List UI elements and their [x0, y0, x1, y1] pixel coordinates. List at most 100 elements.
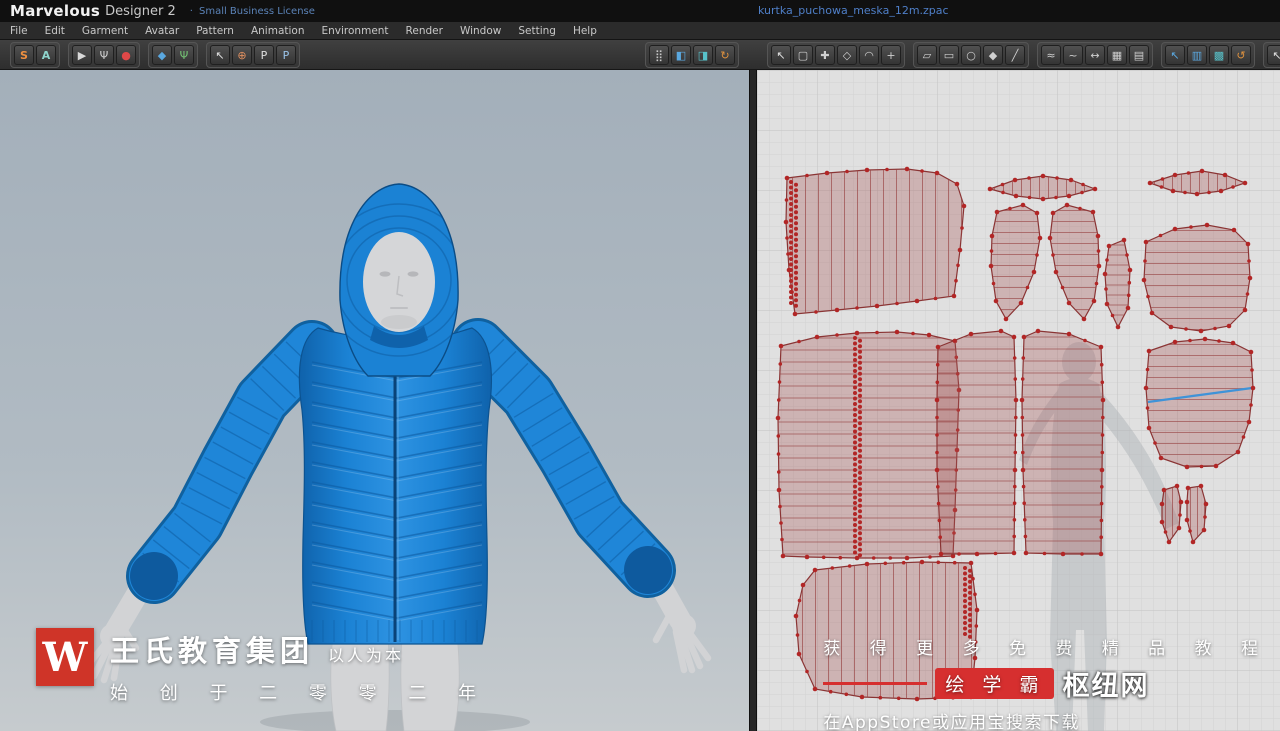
pane-divider[interactable]: [749, 70, 757, 731]
menu-item-pattern[interactable]: Pattern: [196, 25, 234, 37]
toolbar: S A ▶ Ψ ● ◆ Ψ ↖ ⊕ P P ⣿ ◧ ◨ ↻ ↖ ▢ ✚ ◇ ◠ + ▱ ▭ ○ ◆ ╱ ≈ ~ ↔ ▦ ▤ ↖ ▥ ▩ ↺ ↖…: [0, 40, 1280, 70]
pattern-piece-front-panel[interactable]: [775, 329, 962, 561]
menu-item-garment[interactable]: Garment: [82, 25, 128, 37]
2d-pattern-canvas[interactable]: [757, 70, 1280, 731]
sync-3d-button[interactable]: ◧: [671, 45, 691, 65]
circle-tool-button[interactable]: ○: [961, 45, 981, 65]
display-group: ◆ Ψ: [148, 42, 198, 68]
record-icon: ●: [121, 48, 131, 62]
measure-icon: ↔: [1090, 48, 1100, 62]
menu-item-avatar[interactable]: Avatar: [145, 25, 179, 37]
refresh-icon: ↻: [720, 48, 730, 62]
app-logo-text: Marvelous: [10, 2, 101, 20]
pattern-piece-back-panel-left[interactable]: [934, 328, 1019, 557]
add-point-button[interactable]: +: [881, 45, 901, 65]
menu-item-setting[interactable]: Setting: [518, 25, 556, 37]
pose-avatar-icon: Ψ: [99, 48, 109, 62]
record-button[interactable]: ●: [116, 45, 136, 65]
grading-tool-button[interactable]: ▤: [1129, 45, 1149, 65]
promo-overlay: 获 得 更 多 免 费 精 品 教 程 绘 学 霸 枢纽网 在AppStore或…: [823, 634, 1270, 731]
license-text: · Small Business License: [190, 6, 315, 17]
reset-view-button[interactable]: ↺: [1231, 45, 1251, 65]
playback-group: ▶ Ψ ●: [68, 42, 140, 68]
edit-curve-button[interactable]: ◠: [859, 45, 879, 65]
edit-pattern-button[interactable]: ✚: [815, 45, 835, 65]
menu-item-window[interactable]: Window: [460, 25, 501, 37]
2d-pattern-viewport[interactable]: [757, 70, 1280, 731]
menu-item-environment[interactable]: Environment: [322, 25, 389, 37]
cursor-icon: ↖: [215, 48, 225, 62]
app-version-text: Designer 2: [105, 3, 176, 19]
menu-item-help[interactable]: Help: [573, 25, 597, 37]
edit-point-button[interactable]: ◇: [837, 45, 857, 65]
refresh-button[interactable]: ↻: [715, 45, 735, 65]
sync-2d-button[interactable]: ◨: [693, 45, 713, 65]
avatar-icon: Ψ: [179, 48, 189, 62]
promo-divider-line: [823, 682, 928, 685]
pose-button[interactable]: Ψ: [94, 45, 114, 65]
select-tool-button[interactable]: ↖: [210, 45, 230, 65]
select-2d-group: ↖ ▢ ✚ ◇ ◠ +: [767, 42, 905, 68]
wangshi-logo-letter: W: [42, 633, 88, 681]
toolbar-3d: S A ▶ Ψ ● ◆ Ψ ↖ ⊕ P P ⣿ ◧ ◨ ↻: [0, 40, 749, 70]
free-seam-button[interactable]: ~: [1063, 45, 1083, 65]
simulation-button[interactable]: S: [14, 45, 34, 65]
pin-tool-button[interactable]: P: [254, 45, 274, 65]
dart-tool-button[interactable]: ◆: [983, 45, 1003, 65]
promo-line1: 获 得 更 多 免 费 精 品 教 程: [823, 639, 1270, 659]
show-avatar-button[interactable]: Ψ: [174, 45, 194, 65]
pattern-piece-sleeve-top[interactable]: [783, 166, 967, 317]
texture-tool-button[interactable]: ▦: [1107, 45, 1127, 65]
box-select-icon: ▢: [797, 48, 809, 62]
show-garment-button[interactable]: ◆: [152, 45, 172, 65]
segment-seam-button[interactable]: ≈: [1041, 45, 1061, 65]
grading-icon: ▤: [1133, 48, 1145, 62]
dot-grid-icon: ⣿: [654, 48, 664, 62]
avatar-right-eye: [407, 271, 419, 277]
cursor-icon: ↖: [1272, 48, 1280, 62]
polygon-tool-button[interactable]: ▱: [917, 45, 937, 65]
pattern-pin-button[interactable]: P: [276, 45, 296, 65]
menu-item-render[interactable]: Render: [406, 25, 443, 37]
menu-item-file[interactable]: File: [10, 25, 28, 37]
wangshi-logo: W: [36, 628, 94, 686]
pattern-select-button[interactable]: ↖: [771, 45, 791, 65]
show-texture-button[interactable]: ▥: [1187, 45, 1207, 65]
watermark-slogan: 以人为本: [328, 646, 405, 665]
animation-button[interactable]: A: [36, 45, 56, 65]
play-button[interactable]: ▶: [72, 45, 92, 65]
cursor-sync-icon: ↖: [1170, 48, 1180, 62]
mode-group: SA: [10, 42, 60, 68]
reset-view-icon: ↺: [1236, 48, 1246, 62]
pattern-piece-back-panel-right[interactable]: [1019, 328, 1106, 557]
avatar-head[interactable]: [363, 232, 435, 332]
circle-icon: ○: [966, 48, 976, 62]
sync-select-button[interactable]: ↖: [1165, 45, 1185, 65]
segment-seam-icon: ≈: [1046, 48, 1056, 62]
rectangle-tool-button[interactable]: ▭: [939, 45, 959, 65]
gizmo-tool-button[interactable]: ⊕: [232, 45, 252, 65]
sync-3d-icon: ◧: [675, 48, 687, 62]
menu-item-animation[interactable]: Animation: [251, 25, 305, 37]
select-3d-group: ↖ ⊕ P P: [206, 42, 300, 68]
select-alt-button[interactable]: ↖: [1267, 45, 1280, 65]
draw-group: ▱ ▭ ○ ◆ ╱: [913, 42, 1029, 68]
internal-line-button[interactable]: ╱: [1005, 45, 1025, 65]
gizmo-icon: ⊕: [237, 48, 247, 62]
license-separator: ·: [189, 5, 193, 17]
menu-bar: File Edit Garment Avatar Pattern Animation Env…: [0, 22, 1280, 40]
toolbar-2d: ↖ ▢ ✚ ◇ ◠ + ▱ ▭ ○ ◆ ╱ ≈ ~ ↔ ▦ ▤ ↖ ▥ ▩ ↺ ↖P: [757, 40, 1280, 70]
snap-grid-button[interactable]: ⣿: [649, 45, 669, 65]
cursor-icon: ↖: [776, 48, 786, 62]
measure-tool-button[interactable]: ↔: [1085, 45, 1105, 65]
edit-pattern-icon: ✚: [820, 48, 830, 62]
pattern-piece-hood-back[interactable]: [1141, 222, 1253, 334]
box-select-button[interactable]: ▢: [793, 45, 813, 65]
title-bar: Marvelous Designer 2 · Small Business Li…: [0, 0, 1280, 22]
view-2d-group: ↖ ▥ ▩ ↺: [1161, 42, 1255, 68]
menu-item-edit[interactable]: Edit: [45, 25, 65, 37]
watermark-text: 王氏教育集团 以人为本 始 创 于 二 零 零 二 年: [110, 628, 489, 705]
pattern-piece-side-panel[interactable]: [1143, 336, 1256, 470]
watermark-brand: 王氏教育集团: [110, 634, 315, 668]
show-grid-button[interactable]: ▩: [1209, 45, 1229, 65]
